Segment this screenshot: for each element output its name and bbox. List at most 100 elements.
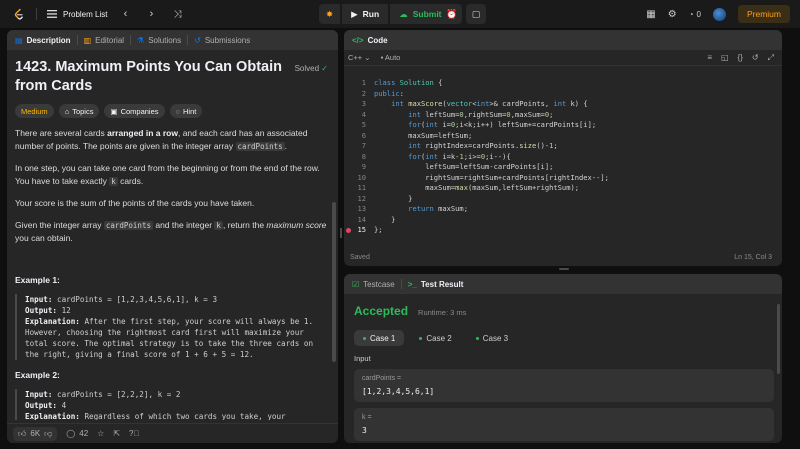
panel-resize-handle[interactable] <box>340 228 342 238</box>
code-line[interactable]: 7 int rightIndex=cardPoints.size()-1; <box>344 141 774 151</box>
code-line[interactable]: 1 class Solution { <box>344 78 774 88</box>
tab-label: Code <box>367 35 388 45</box>
code-text: class Solution { <box>374 78 443 87</box>
scrollbar[interactable] <box>777 304 780 374</box>
list-icon <box>47 10 57 18</box>
paragraph: Given the integer array cardPoints and t… <box>15 219 327 244</box>
code-line[interactable]: 2 public: <box>344 89 774 99</box>
code-line[interactable]: 14 } <box>344 215 774 225</box>
case-tab[interactable]: Case 2 <box>410 330 460 346</box>
tab-label: Submissions <box>204 35 251 45</box>
code-line[interactable]: 8 for(int i=k-1;i>=0;i--){ <box>344 152 774 162</box>
document-icon: ▤ <box>15 35 23 45</box>
tab-testcase[interactable]: ☑ Testcase <box>352 280 395 289</box>
auto-mode-toggle[interactable]: ▪ Auto <box>381 53 401 62</box>
avatar[interactable] <box>712 7 726 21</box>
menu-icon[interactable]: ≡ <box>707 53 712 63</box>
code-line[interactable]: 11 maxSum=max(maxSum,leftSum+rightSum); <box>344 183 774 193</box>
tab-code[interactable]: </> Code <box>352 36 388 45</box>
tab-solutions[interactable]: ⚗ Solutions <box>137 36 181 45</box>
code-header: </> Code <box>344 30 782 50</box>
code-toolbar: C++ ⌄ ▪ Auto ≡ ◱ {} ↺ ⤢ <box>344 50 782 66</box>
line-number: 11 <box>357 183 366 192</box>
code-line[interactable]: 5 for(int i=0;i<k;i++) leftSum+=cardPoin… <box>344 120 774 130</box>
code-line[interactable]: 10 rightSum=rightSum+cardPoints[rightInd… <box>344 173 774 183</box>
scrollbar[interactable] <box>332 202 336 362</box>
line-number: 7 <box>361 141 366 150</box>
expand-icon[interactable]: ⤢ <box>768 53 774 63</box>
tab-editorial[interactable]: ▥ Editorial <box>84 36 124 45</box>
line-number: 3 <box>361 99 366 108</box>
divider <box>36 8 37 20</box>
tab-submissions[interactable]: ↺ Submissions <box>194 36 250 45</box>
breakpoint-dot[interactable] <box>346 227 351 233</box>
tab-label: Test Result <box>420 279 464 289</box>
panel-resize-handle[interactable] <box>559 268 569 270</box>
thumbs-down-icon[interactable]: 👎︎ <box>44 429 52 439</box>
layout-grid-icon[interactable]: ▦ <box>646 9 655 20</box>
code-line[interactable]: 15}; <box>344 225 774 235</box>
paragraph: There are several cards arranged in a ro… <box>15 128 308 151</box>
code-text: leftSum=leftSum-cardPoints[i]; <box>374 162 554 171</box>
debug-button[interactable]: ✸ <box>319 4 341 24</box>
example-box: Input: cardPoints = [2,2,2], k = 2 Outpu… <box>15 388 328 420</box>
code-line[interactable]: 6 maxSum=leftSum; <box>344 131 774 141</box>
tab-label: Solutions <box>148 35 182 45</box>
solved-badge: Solved ✓ <box>295 64 328 96</box>
code-text: } <box>374 214 396 224</box>
help-icon[interactable]: ?⃝ <box>129 429 139 438</box>
alarm-clock-icon[interactable]: ⏰ <box>442 4 462 24</box>
bookmark-icon[interactable]: ◱ <box>721 53 729 63</box>
tab-label: Testcase <box>363 279 395 289</box>
reset-icon[interactable]: ↺ <box>752 53 759 63</box>
code-line[interactable]: 12 } <box>344 194 774 204</box>
leetcode-logo-icon[interactable] <box>12 7 26 21</box>
shuffle-icon[interactable]: ⤨ <box>169 9 185 20</box>
code-line[interactable]: 13 return maxSum; <box>344 204 774 214</box>
tab-label: Editorial <box>95 35 125 45</box>
line-number: 8 <box>361 151 366 161</box>
cloud-upload-icon: ☁ <box>399 8 408 19</box>
solved-label: Solved <box>294 64 320 73</box>
run-button[interactable]: ▶ Run <box>342 4 389 24</box>
description-panel: ▤ Description ▥ Editorial ⚗ Solutions ↺ Subm… <box>7 30 338 443</box>
variable-value: 3 <box>362 426 367 435</box>
play-icon: ▶ <box>351 8 358 19</box>
case-tabs: Case 1 Case 2 Case 3 <box>354 330 772 346</box>
chevron-right-icon[interactable]: › <box>143 8 159 20</box>
topics-chip[interactable]: ⌂ Topics <box>58 104 100 118</box>
lock-icon: ▣ <box>110 106 118 116</box>
gear-icon[interactable]: ⚙ <box>668 9 677 20</box>
variable-name: cardPoints = <box>362 375 402 382</box>
note-icon[interactable]: ▢ <box>466 4 486 24</box>
tag-icon: ⌂ <box>64 106 70 116</box>
description-footer: 👍︎ 6K 👎︎ ◯ 42 ☆ ⇱ ?⃝ <box>7 423 338 443</box>
code-line[interactable]: 4 int leftSum=0,rightSum=0,maxSum=0; <box>344 110 774 120</box>
problem-list-link[interactable]: Problem List <box>47 9 107 19</box>
code-text: maxSum=max(maxSum,leftSum+rightSum); <box>374 183 580 192</box>
companies-chip[interactable]: ▣ Companies <box>104 104 165 118</box>
chevron-left-icon[interactable]: ‹ <box>117 8 133 20</box>
code-line[interactable]: 3 int maxScore(vector<int>& cardPoints, … <box>344 99 774 109</box>
tab-test-result[interactable]: >_ Test Result <box>408 280 464 289</box>
case-tab[interactable]: Case 3 <box>467 330 517 346</box>
tab-description[interactable]: ▤ Description <box>15 36 71 45</box>
thumbs-up-icon[interactable]: 👍︎ <box>18 429 26 439</box>
comment-icon[interactable]: ◯ <box>66 429 75 438</box>
case-tab[interactable]: Case 1 <box>354 330 405 346</box>
language-select[interactable]: C++ ⌄ <box>348 53 371 62</box>
premium-button[interactable]: Premium <box>737 5 790 23</box>
share-icon[interactable]: ⇱ <box>113 429 120 438</box>
code-editor[interactable]: 1 class Solution {2 public: 3 int maxScore(… <box>344 66 782 262</box>
streak-counter[interactable]: ◔ 0 <box>689 10 701 19</box>
example-heading: Example 2: <box>15 369 60 380</box>
line-number: 12 <box>357 193 366 203</box>
hint-chip[interactable]: ◌ Hint <box>169 104 203 118</box>
code-line[interactable]: 9 leftSum=leftSum-cardPoints[i]; <box>344 162 774 172</box>
run-label: Run <box>362 9 380 19</box>
terminal-icon: >_ <box>407 279 417 289</box>
star-icon[interactable]: ☆ <box>97 429 104 438</box>
runtime: Runtime: 3 ms <box>418 308 467 317</box>
braces-icon[interactable]: {} <box>738 53 743 63</box>
code-text: for(int i=0;i<k;i++) leftSum+=cardPoints… <box>408 120 597 129</box>
